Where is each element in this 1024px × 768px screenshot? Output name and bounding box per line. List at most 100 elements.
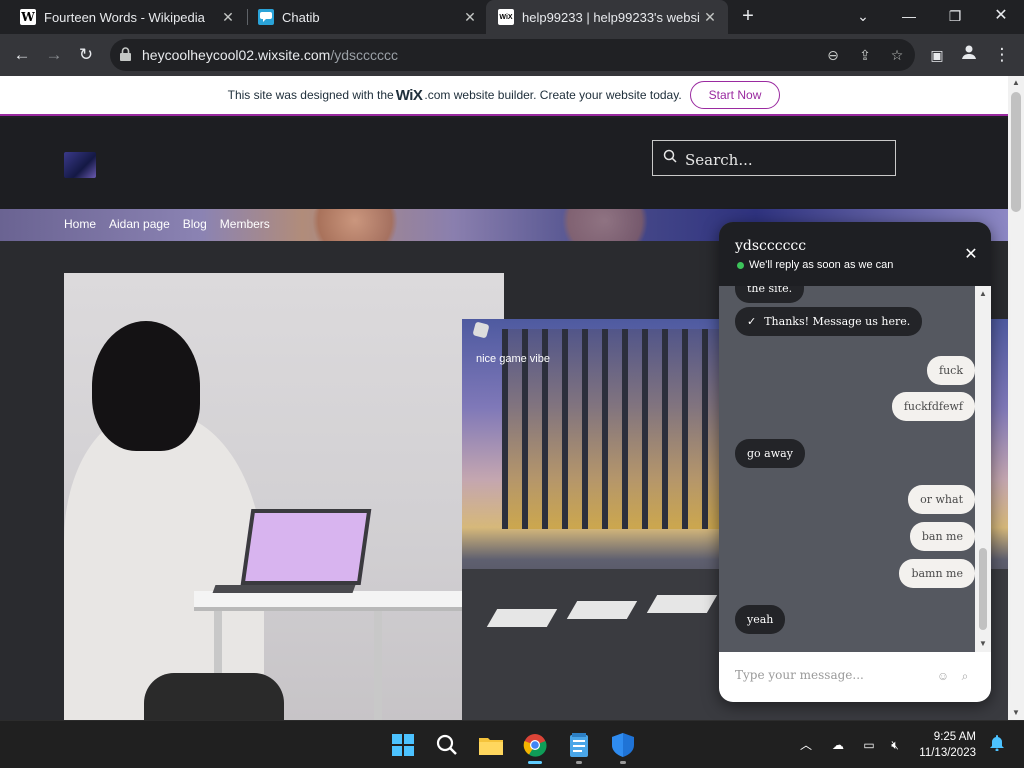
chat-widget: ydscccccc We'll reply as soon as we can … bbox=[719, 222, 991, 702]
start-now-button[interactable]: Start Now bbox=[689, 81, 781, 109]
browser-tab-strip: W Fourteen Words - Wikipedia ✕ Chatib ✕ … bbox=[0, 0, 1024, 34]
nav-blog[interactable]: Blog bbox=[183, 217, 207, 231]
chat-status: We'll reply as soon as we can bbox=[737, 259, 893, 271]
page-scrollbar[interactable]: ▲ ▼ bbox=[1008, 76, 1024, 720]
search-icon[interactable] bbox=[431, 729, 463, 761]
site-logo[interactable] bbox=[64, 152, 96, 178]
photo-detail bbox=[144, 673, 284, 720]
check-icon: ✓ bbox=[747, 315, 757, 328]
system-clock[interactable]: 9:25 AM 11/13/2023 bbox=[906, 729, 976, 761]
address-bar[interactable]: heycoolheycool02.wixsite.com/ydscccccc ⊖… bbox=[110, 39, 915, 71]
minimize-icon[interactable]: — bbox=[894, 4, 924, 28]
close-chat-icon[interactable]: ✕ bbox=[963, 244, 979, 264]
emoji-icon[interactable]: ☺ bbox=[935, 668, 951, 684]
tab-search-chevron-icon[interactable]: ⌄ bbox=[848, 4, 878, 28]
windows-taskbar: ︿ ☁ ▭ 🔇︎ 9:25 AM 11/13/2023 bbox=[0, 720, 1024, 768]
browser-toolbar: ← → ↻ heycoolheycool02.wixsite.com/ydscc… bbox=[0, 34, 1024, 76]
bookmark-star-icon[interactable]: ☆ bbox=[886, 44, 908, 66]
reload-icon[interactable]: ↻ bbox=[74, 43, 98, 67]
close-window-icon[interactable]: ✕ bbox=[986, 4, 1016, 28]
scrollbar-thumb[interactable] bbox=[979, 548, 987, 630]
menu-kebab-icon[interactable]: ⋮ bbox=[990, 43, 1014, 67]
windows-security-shield-icon[interactable] bbox=[607, 729, 639, 764]
url-text: heycoolheycool02.wixsite.com/ydscccccc bbox=[142, 47, 399, 63]
game-icon bbox=[472, 321, 490, 339]
photo-detail bbox=[92, 321, 200, 451]
site-nav: Home Aidan page Blog Members bbox=[64, 217, 270, 231]
back-arrow-icon[interactable]: ← bbox=[10, 43, 34, 67]
chat-composer: ☺ ⌕ bbox=[719, 652, 991, 702]
share-icon[interactable]: ⇪ bbox=[854, 44, 876, 66]
clock-date: 11/13/2023 bbox=[919, 747, 976, 759]
incoming-message: yeah bbox=[735, 605, 786, 634]
banner-art bbox=[300, 209, 410, 241]
online-dot-icon bbox=[737, 261, 744, 269]
chat-contact-name: ydscccccc bbox=[735, 238, 807, 254]
show-hidden-icons-chevron-icon[interactable]: ︿ bbox=[795, 735, 817, 755]
restore-icon[interactable]: ❐ bbox=[940, 4, 970, 28]
volume-muted-icon[interactable]: 🔇︎ bbox=[884, 735, 906, 755]
clock-time: 9:25 AM bbox=[933, 731, 976, 743]
scrollbar-thumb[interactable] bbox=[1011, 92, 1021, 212]
chat-scrollbar[interactable]: ▲ ▼ bbox=[975, 286, 991, 652]
search-icon bbox=[663, 149, 677, 167]
scroll-up-arrow-icon[interactable]: ▲ bbox=[1008, 76, 1024, 90]
wix-favicon-icon: WiX bbox=[498, 9, 514, 25]
chrome-icon[interactable] bbox=[519, 729, 551, 764]
outgoing-message: bamn me bbox=[899, 559, 975, 588]
photo-detail bbox=[194, 591, 504, 611]
tab-wikipedia[interactable]: W Fourteen Words - Wikipedia ✕ bbox=[0, 0, 246, 34]
forward-arrow-icon[interactable]: → bbox=[42, 43, 66, 67]
incoming-message: the site. bbox=[735, 286, 805, 303]
site-header: Search... bbox=[0, 118, 1008, 210]
banner-text: This site was designed with the bbox=[227, 88, 394, 102]
wikipedia-favicon-icon: W bbox=[20, 9, 36, 25]
chat-message-input[interactable] bbox=[735, 668, 925, 682]
tab-title: help99233 | help99233's website bbox=[522, 9, 700, 25]
outgoing-message: or what bbox=[908, 485, 975, 514]
banner-text: .com website builder. Create your websit… bbox=[424, 88, 682, 102]
photo-detail bbox=[566, 601, 638, 619]
photo-detail bbox=[240, 509, 372, 585]
windows-start-icon[interactable] bbox=[387, 729, 419, 761]
hero-photo-laptop bbox=[64, 273, 504, 720]
outgoing-message: ban me bbox=[909, 522, 975, 551]
outgoing-message: fuckfdfewf bbox=[891, 392, 975, 421]
zoom-out-icon[interactable]: ⊖ bbox=[822, 44, 844, 66]
nav-home[interactable]: Home bbox=[64, 217, 96, 231]
wix-promo-banner: This site was designed with the WiX .com… bbox=[0, 76, 1008, 116]
side-panel-icon[interactable]: ▣ bbox=[925, 43, 949, 67]
new-tab-plus-icon[interactable]: + bbox=[737, 5, 759, 27]
banner-art bbox=[550, 209, 660, 241]
close-tab-icon[interactable]: ✕ bbox=[218, 9, 238, 26]
search-placeholder: Search... bbox=[685, 151, 753, 169]
file-explorer-icon[interactable] bbox=[475, 729, 507, 761]
notification-bell-icon[interactable] bbox=[986, 735, 1008, 755]
wix-logo: WiX bbox=[395, 86, 423, 104]
notepad-icon[interactable] bbox=[563, 729, 595, 764]
photo-detail bbox=[212, 585, 356, 593]
display-icon[interactable]: ▭ bbox=[858, 735, 880, 755]
attachment-paperclip-icon[interactable]: ⌕ bbox=[957, 668, 973, 684]
close-tab-icon[interactable]: ✕ bbox=[460, 9, 480, 26]
tab-chatib[interactable]: Chatib ✕ bbox=[238, 0, 488, 34]
tab-title: Chatib bbox=[282, 9, 320, 25]
image-caption: nice game vibe bbox=[476, 353, 550, 365]
scroll-down-arrow-icon[interactable]: ▼ bbox=[1008, 706, 1024, 720]
nav-aidan-page[interactable]: Aidan page bbox=[109, 217, 170, 231]
incoming-message: go away bbox=[735, 439, 805, 468]
lock-icon[interactable] bbox=[120, 47, 134, 63]
tab-help99233[interactable]: WiX help99233 | help99233's website ✕ bbox=[486, 0, 728, 34]
chat-status-text: We'll reply as soon as we can bbox=[749, 259, 894, 271]
profile-icon[interactable] bbox=[957, 43, 981, 67]
incoming-message: ✓ Thanks! Message us here. bbox=[735, 307, 923, 336]
photo-detail bbox=[486, 609, 558, 627]
outgoing-message: fuck bbox=[927, 356, 975, 385]
scroll-up-arrow-icon[interactable]: ▲ bbox=[975, 288, 991, 300]
scroll-down-arrow-icon[interactable]: ▼ bbox=[975, 638, 991, 650]
onedrive-cloud-icon[interactable]: ☁ bbox=[827, 735, 849, 755]
site-search-box[interactable]: Search... bbox=[652, 140, 896, 176]
nav-members[interactable]: Members bbox=[220, 217, 270, 231]
photo-detail bbox=[646, 595, 718, 613]
close-tab-icon[interactable]: ✕ bbox=[700, 9, 720, 26]
